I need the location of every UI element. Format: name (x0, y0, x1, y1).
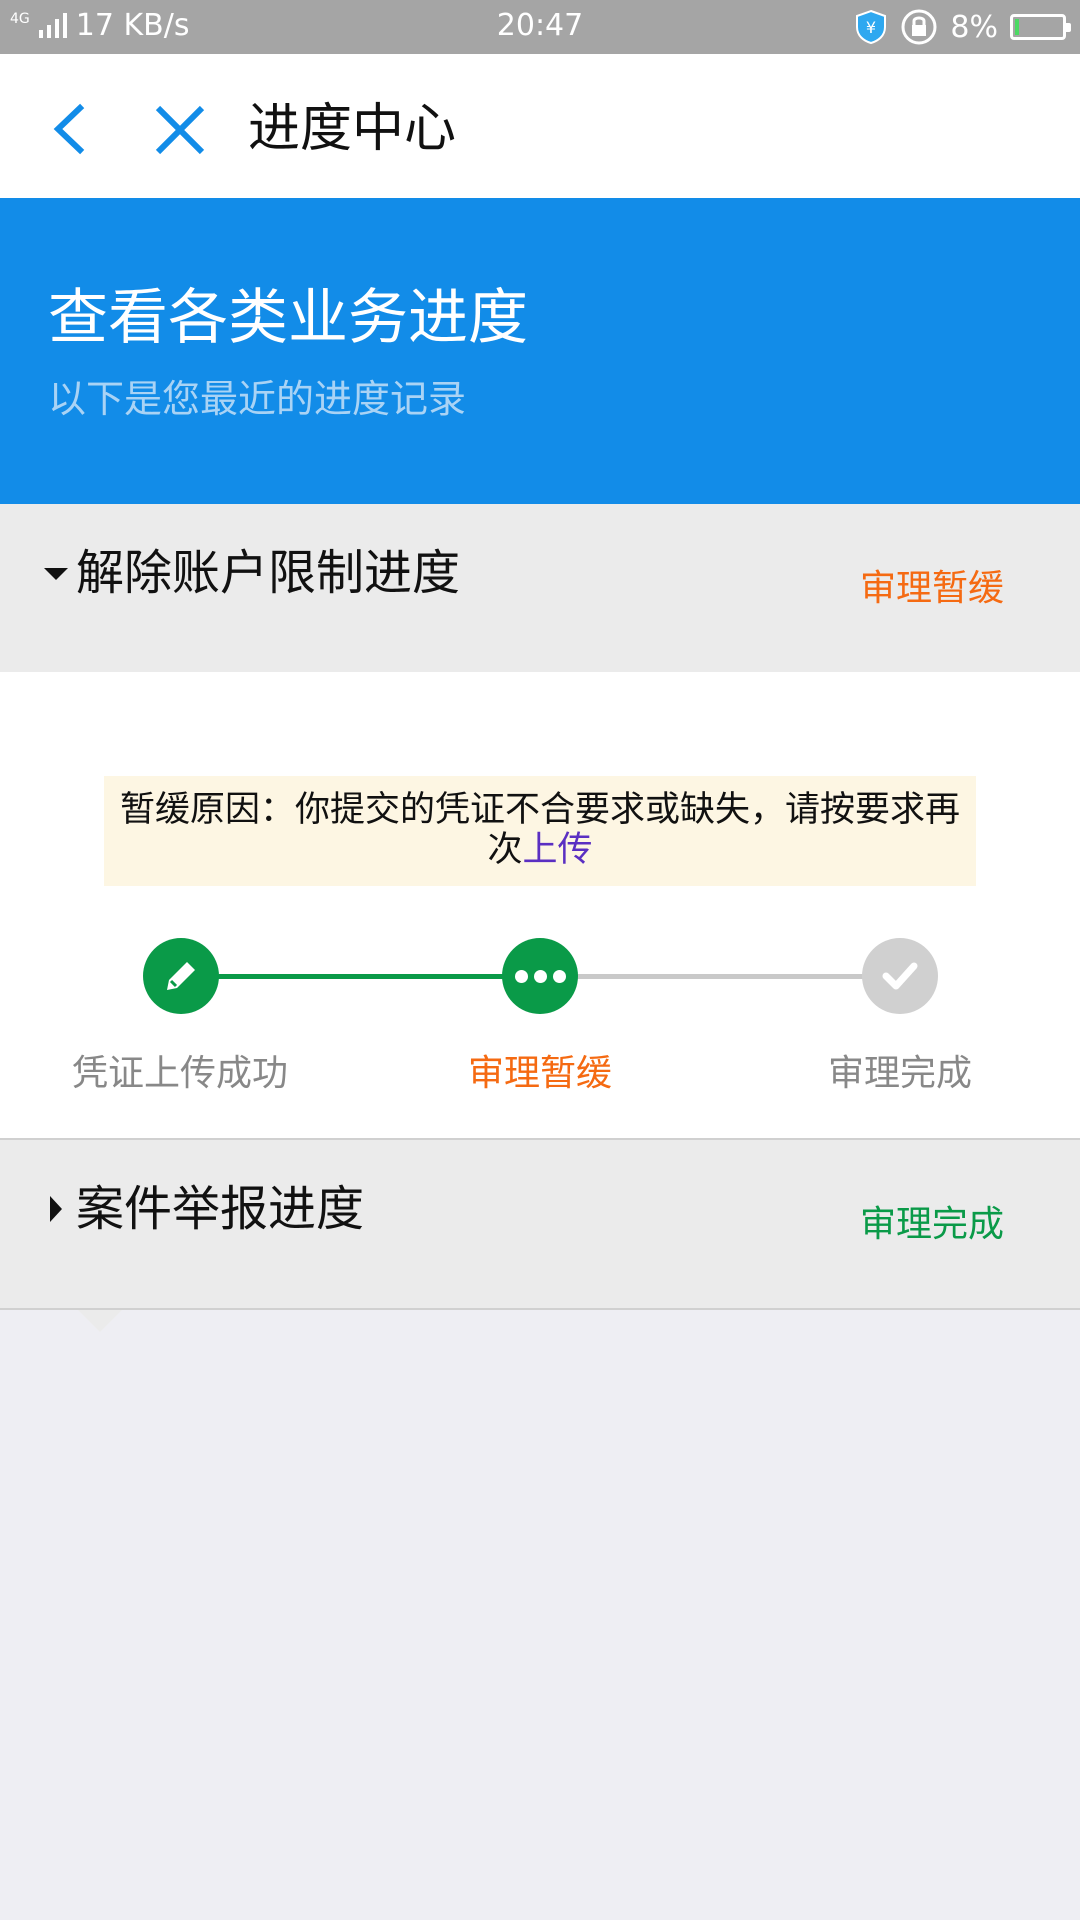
pencil-icon (167, 962, 195, 990)
section-header-account-limit[interactable]: 解除账户限制进度 审理暂缓 (0, 504, 1080, 696)
battery-level (1015, 19, 1019, 35)
step-1-label: 凭证上传成功 (71, 1053, 288, 1094)
section-detail: 暂缓原因：你提交的凭证不合要求或缺失，请按要求再次上传 凭证上传成功 审理暂缓 … (0, 672, 1080, 1140)
step-3-label: 审理完成 (827, 1053, 972, 1094)
rotation-lock-icon (901, 9, 937, 45)
step-2-label: 审理暂缓 (467, 1053, 612, 1094)
header-banner: 查看各类业务进度 以下是您最近的进度记录 (0, 198, 1080, 504)
step-2-circle (502, 938, 578, 1014)
section-header-case-report[interactable]: 案件举报进度 审理完成 (0, 1140, 1080, 1332)
section-title: 解除账户限制进度 (76, 545, 461, 601)
status-bar: 4G 17 KB/s 20:47 ¥ 8% (0, 0, 1080, 54)
section-pointer (76, 1308, 124, 1332)
divider (0, 1308, 1080, 1310)
battery-icon (1010, 14, 1071, 40)
section-title: 案件举报进度 (76, 1181, 365, 1237)
page-title: 进度中心 (248, 99, 457, 159)
notice-box: 暂缓原因：你提交的凭证不合要求或缺失，请按要求再次上传 (104, 776, 976, 886)
close-button[interactable] (148, 94, 212, 164)
shield-yuan-icon: ¥ (856, 9, 887, 45)
battery-percent: 8% (950, 9, 998, 45)
section-status: 审理完成 (859, 1204, 1004, 1245)
caret-right-icon (50, 1196, 62, 1222)
nav-bar: 进度中心 (0, 54, 1080, 198)
banner-subtitle: 以下是您最近的进度记录 (48, 377, 467, 421)
progress-line-pending (540, 974, 900, 979)
step-1-circle (143, 938, 219, 1014)
chevron-left-icon (53, 103, 85, 155)
section-status: 审理暂缓 (859, 568, 1004, 609)
upload-link[interactable]: 上传 (523, 830, 593, 870)
svg-text:¥: ¥ (866, 18, 876, 37)
close-icon (155, 105, 205, 155)
status-right: ¥ 8% (854, 8, 1071, 46)
progress-line-done (180, 974, 540, 979)
check-icon (882, 962, 918, 990)
back-button[interactable] (40, 94, 100, 164)
more-dots-icon (512, 969, 569, 983)
progress-steps: 凭证上传成功 审理暂缓 审理完成 (0, 916, 1080, 1094)
banner-title: 查看各类业务进度 (48, 283, 528, 353)
caret-down-icon (44, 568, 68, 580)
step-3-circle (862, 938, 938, 1014)
